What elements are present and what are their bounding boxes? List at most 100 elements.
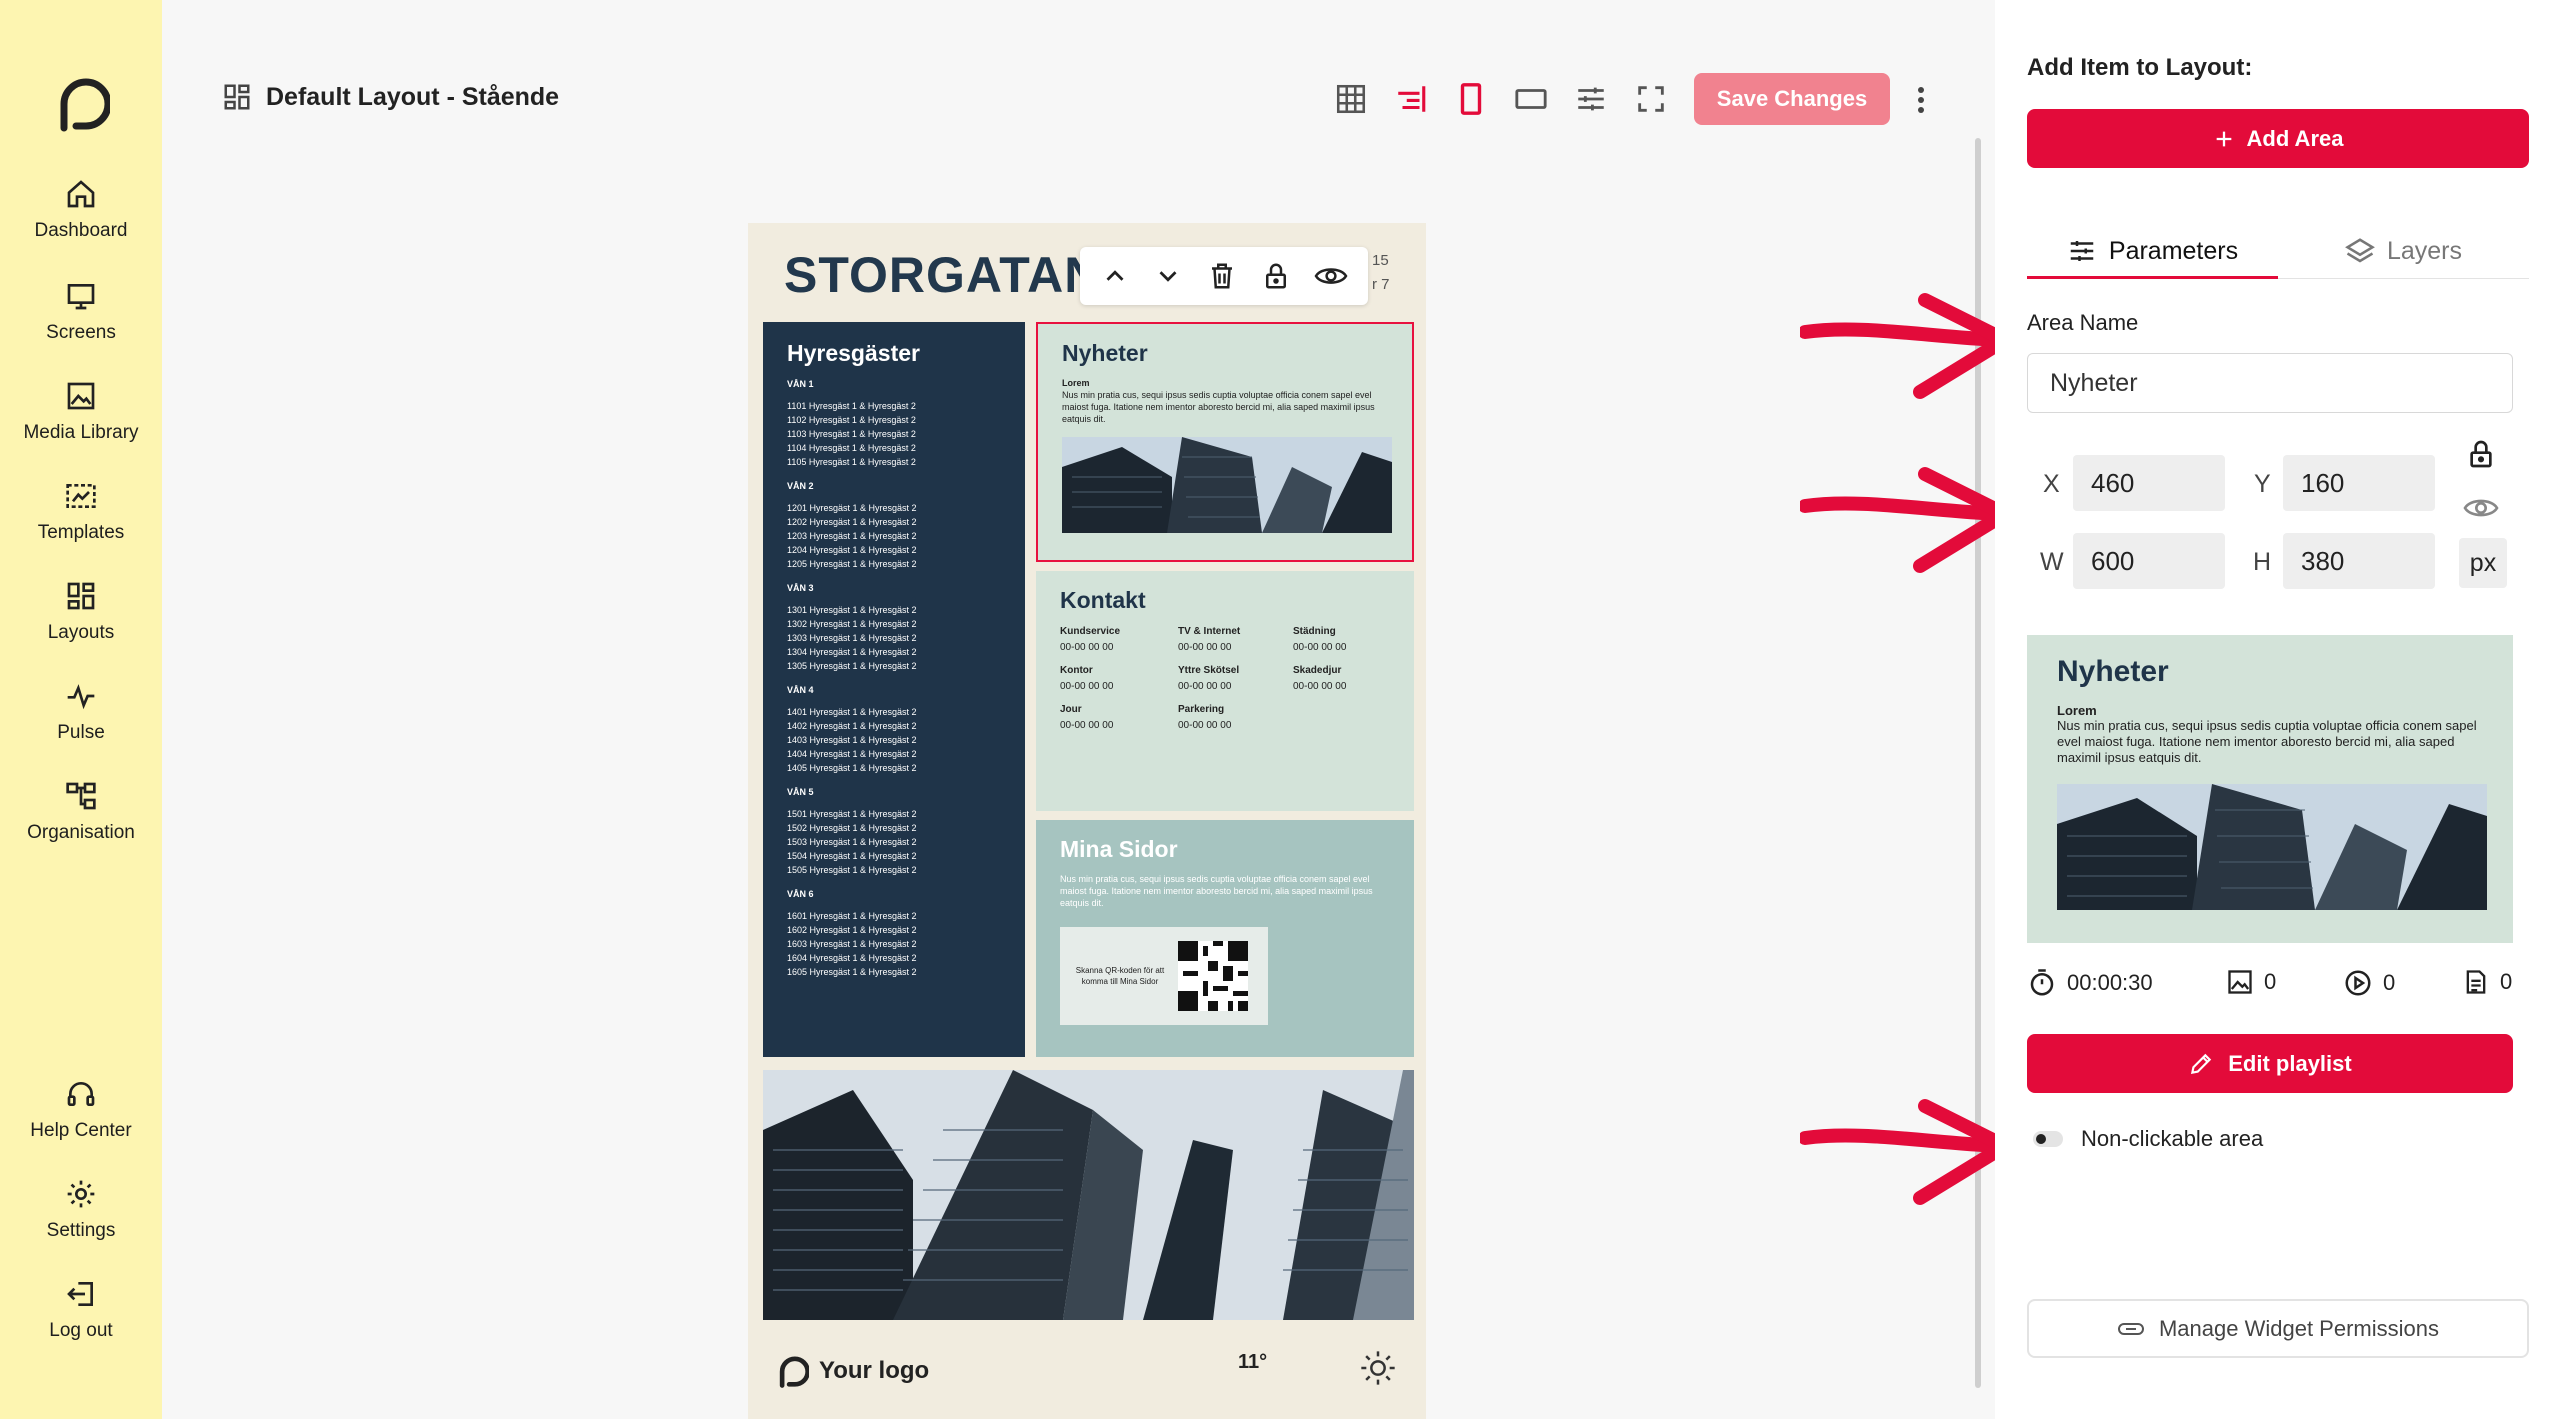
tenant-row: 1202 Hyresgäst 1 & Hyresgäst 2 (787, 517, 917, 527)
tab-parameters[interactable]: Parameters (2027, 222, 2278, 280)
area-mina-sidor[interactable]: Mina Sidor Nus min pratia cus, sequi ips… (1036, 820, 1414, 1057)
tenant-row: 1501 Hyresgäst 1 & Hyresgäst 2 (787, 809, 917, 819)
layers-icon (2345, 238, 2375, 263)
image-icon (2228, 970, 2252, 994)
area-contact[interactable]: Kontakt Kundservice 00-00 00 00 TV & Inte… (1036, 571, 1414, 811)
area-name-input[interactable] (2027, 353, 2513, 413)
lock-icon[interactable] (2465, 436, 2497, 472)
layout-title: Default Layout - Stående (222, 82, 559, 112)
sun-icon (1361, 1351, 1395, 1385)
tenant-row: 1602 Hyresgäst 1 & Hyresgäst 2 (787, 925, 917, 935)
h-input[interactable]: 380 (2283, 533, 2435, 589)
sidebar-item-media-library[interactable]: Media Library (0, 380, 162, 444)
sidebar-item-log-out[interactable]: Log out (0, 1278, 162, 1342)
document-icon (2466, 970, 2486, 994)
area-hero-image[interactable] (763, 1070, 1414, 1320)
tenant-row: 1101 Hyresgäst 1 & Hyresgäst 2 (787, 401, 916, 411)
contact-item: Skadedjur 00-00 00 00 (1293, 665, 1347, 692)
edit-playlist-button[interactable]: Edit playlist (2027, 1034, 2513, 1093)
area-preview: Nyheter Lorem Nus min pratia cus, sequi … (2027, 635, 2513, 943)
tenant-row: 1403 Hyresgäst 1 & Hyresgäst 2 (787, 735, 917, 745)
clock-fragment: 15 (1372, 252, 1389, 269)
contact-item: Parkering 00-00 00 00 (1178, 704, 1232, 731)
sliders-icon (2070, 241, 2094, 261)
sidebar-item-layouts[interactable]: Layouts (0, 580, 162, 644)
fullscreen-button[interactable] (1634, 82, 1670, 118)
tenant-row: 1305 Hyresgäst 1 & Hyresgäst 2 (787, 661, 917, 671)
qr-caption: Skanna QR-koden för att komma till Mina … (1075, 966, 1165, 986)
save-changes-button[interactable]: Save Changes (1694, 73, 1890, 125)
layout-icon (224, 84, 250, 110)
y-label: Y (2254, 470, 2271, 498)
tab-layers[interactable]: Layers (2278, 222, 2529, 280)
edit-playlist-label: Edit playlist (2228, 1050, 2352, 1076)
weather-temperature: 11° (1238, 1351, 1268, 1373)
tenant-row: 1303 Hyresgäst 1 & Hyresgäst 2 (787, 633, 917, 643)
chevron-down-icon[interactable] (1153, 261, 1183, 291)
lock-icon[interactable] (1261, 261, 1291, 291)
sidebar-item-pulse[interactable]: Pulse (0, 680, 162, 744)
floor-heading: VÅN 1 (787, 379, 814, 389)
more-options-icon[interactable] (1917, 84, 1925, 116)
floor-heading: VÅN 5 (787, 787, 814, 797)
non-clickable-label: Non-clickable area (2081, 1126, 2264, 1151)
w-input[interactable]: 600 (2073, 533, 2225, 589)
sidebar-item-organisation[interactable]: Organisation (0, 780, 162, 844)
sidebar-item-label: Pulse (57, 722, 105, 743)
images-stat: 0 (2226, 968, 2276, 996)
fullscreen-icon (1638, 86, 1664, 112)
sidebar-item-settings[interactable]: Settings (0, 1178, 162, 1242)
landscape-orientation-button[interactable] (1514, 82, 1550, 118)
tenant-row: 1204 Hyresgäst 1 & Hyresgäst 2 (787, 545, 917, 555)
chevron-up-icon[interactable] (1100, 261, 1130, 291)
sidebar-item-help-center[interactable]: Help Center (0, 1078, 162, 1142)
trash-icon[interactable] (1207, 261, 1237, 291)
news-subtitle: Lorem (1062, 378, 1090, 388)
align-right-icon (1398, 86, 1426, 112)
sliders-icon (1578, 87, 1604, 111)
tenant-row: 1102 Hyresgäst 1 & Hyresgäst 2 (787, 415, 916, 425)
tenant-row: 1304 Hyresgäst 1 & Hyresgäst 2 (787, 647, 917, 657)
home-icon (67, 180, 95, 208)
tenant-row: 1301 Hyresgäst 1 & Hyresgäst 2 (787, 605, 917, 615)
portrait-orientation-button[interactable] (1454, 82, 1490, 118)
x-input[interactable]: 460 (2073, 455, 2225, 511)
grid-icon (1336, 84, 1366, 114)
active-tab-indicator (2027, 276, 2278, 279)
contact-item: TV & Internet 00-00 00 00 (1178, 626, 1241, 653)
manage-widget-permissions-button[interactable]: Manage Widget Permissions (2027, 1299, 2529, 1358)
non-clickable-toggle[interactable] (2033, 1131, 2063, 1147)
monitor-icon (67, 284, 95, 310)
align-right-button[interactable] (1394, 82, 1430, 118)
sidebar-item-screens[interactable]: Screens (0, 280, 162, 344)
unit-toggle-button[interactable]: px (2459, 538, 2507, 588)
area-toolbar (1080, 247, 1368, 305)
y-input[interactable]: 160 (2283, 455, 2435, 511)
area-tenants[interactable]: Hyresgäster VÅN 1 1101 Hyresgäst 1 & Hyre… (763, 322, 1025, 1057)
tenant-row: 1203 Hyresgäst 1 & Hyresgäst 2 (787, 531, 917, 541)
pencil-icon (2191, 1053, 2212, 1074)
tenant-row: 1104 Hyresgäst 1 & Hyresgäst 2 (787, 443, 916, 453)
sidebar-item-dashboard[interactable]: Dashboard (0, 178, 162, 242)
adjustments-button[interactable] (1574, 82, 1610, 118)
sidebar-item-templates[interactable]: Templates (0, 480, 162, 544)
contact-item: Städning 00-00 00 00 (1293, 626, 1347, 653)
add-item-heading: Add Item to Layout: (2027, 54, 2253, 81)
eye-icon[interactable] (1314, 261, 1348, 291)
floor-heading: VÅN 3 (787, 583, 814, 593)
canvas-clock: 15 r 7 (1372, 249, 1390, 297)
sidebar-item-label: Settings (46, 1220, 116, 1241)
clock-fragment: r 7 (1372, 276, 1390, 293)
play-icon (2345, 970, 2371, 996)
eye-icon[interactable] (2463, 492, 2499, 524)
layout-icon (67, 582, 95, 610)
area-news-selected[interactable]: Nyheter Lorem Nus min pratia cus, sequi … (1036, 322, 1414, 562)
tenant-row: 1405 Hyresgäst 1 & Hyresgäst 2 (787, 763, 917, 773)
tenant-row: 1605 Hyresgäst 1 & Hyresgäst 2 (787, 967, 917, 977)
sidebar-item-label: Log out (49, 1320, 113, 1341)
tenant-row: 1603 Hyresgäst 1 & Hyresgäst 2 (787, 939, 917, 949)
sidebar-item-label: Dashboard (34, 220, 128, 241)
add-area-button[interactable]: Add Area (2027, 109, 2529, 168)
grid-view-button[interactable] (1334, 82, 1370, 118)
link-icon (2117, 1322, 2144, 1335)
